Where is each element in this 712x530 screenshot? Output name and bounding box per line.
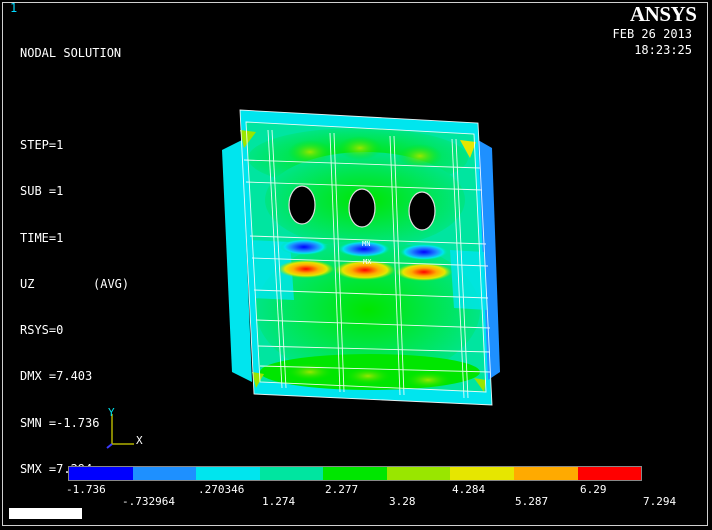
field-yg-4	[286, 363, 334, 381]
legend-label-0: -1.736	[66, 483, 106, 496]
legend-swatch-4	[259, 467, 324, 480]
legend-label-4: 2.277	[325, 483, 359, 496]
legend-swatch-2	[132, 467, 197, 480]
max-blob-1	[278, 260, 334, 278]
cutout-3	[408, 191, 436, 231]
legend-label-9: 7.294	[643, 495, 677, 508]
legend-swatch-3	[196, 467, 260, 480]
legend-label-8: 6.29	[580, 483, 607, 496]
legend-label-3: 1.274	[262, 495, 296, 508]
legend-swatch-7	[450, 467, 514, 480]
max-blob-3	[396, 263, 452, 281]
min-blob-1	[280, 239, 328, 255]
legend-label-7: 5.287	[515, 495, 549, 508]
legend-swatch-5	[323, 467, 387, 480]
cutout-1	[288, 185, 316, 225]
mx-marker: MX	[363, 258, 372, 266]
field-yg-2	[338, 136, 382, 160]
legend-label-5: 3.28	[389, 495, 416, 508]
triad-y-label: Y	[108, 406, 115, 419]
min-blob-3	[400, 244, 448, 260]
plate-model: MN MX	[222, 109, 500, 406]
field-yg-1	[288, 140, 332, 164]
legend-label-6: 4.284	[452, 483, 486, 496]
legend-label-1: -.732964	[122, 495, 175, 508]
legend-label-2: .270346	[198, 483, 245, 496]
triad-x-label: X	[136, 434, 143, 447]
coordinate-triad: Y X	[106, 406, 143, 449]
legend-swatch-8	[513, 467, 578, 480]
field-yg-6	[404, 371, 452, 389]
legend-swatch-1	[69, 467, 133, 480]
field-yg-3	[398, 144, 442, 168]
cutout-2	[348, 188, 376, 228]
mn-marker: MN	[362, 240, 370, 248]
legend-swatch-9	[577, 467, 642, 480]
scale-bar	[9, 508, 82, 519]
legend-swatch-6	[386, 467, 451, 480]
contour-legend-bar	[68, 466, 642, 481]
band-right-cyan	[450, 250, 488, 310]
